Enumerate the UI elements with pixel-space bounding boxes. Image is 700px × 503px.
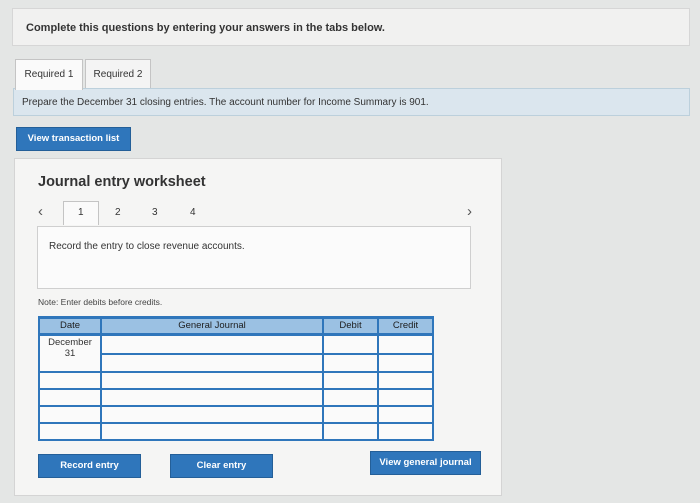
credit-column-header: Credit (377, 316, 434, 336)
date-input[interactable] (38, 388, 102, 407)
table-row (38, 388, 434, 407)
worksheet-title: Journal entry worksheet (38, 174, 206, 190)
question-prompt-bar: Prepare the December 31 closing entries.… (13, 88, 690, 116)
debit-column-header: Debit (322, 316, 379, 336)
table-row (38, 405, 434, 424)
journal-entry-worksheet: Journal entry worksheet ‹ 1 2 3 4 › Reco… (14, 158, 502, 496)
chevron-left-icon[interactable]: ‹ (38, 203, 43, 220)
date-input[interactable] (38, 422, 102, 441)
page-3[interactable]: 3 (152, 207, 158, 218)
date-cell: December 31 (38, 334, 102, 373)
journal-table: Date General Journal Debit Credit Decemb… (38, 316, 434, 441)
instructions-banner: Complete this questions by entering your… (12, 8, 690, 46)
account-input[interactable] (100, 422, 324, 441)
date-input[interactable] (38, 371, 102, 390)
debit-input[interactable] (322, 371, 379, 390)
date-column-header: Date (38, 316, 102, 336)
account-input[interactable] (100, 352, 324, 373)
credit-input[interactable] (377, 371, 434, 390)
date-month: December (48, 337, 92, 348)
worksheet-pager: ‹ 1 2 3 4 › (35, 201, 495, 225)
date-input[interactable] (38, 405, 102, 424)
debit-credit-note: Note: Enter debits before credits. (38, 297, 163, 307)
debit-input[interactable] (322, 334, 379, 355)
credit-input[interactable] (377, 422, 434, 441)
record-entry-button[interactable]: Record entry (38, 454, 141, 478)
credit-input[interactable] (377, 334, 434, 355)
debit-input[interactable] (322, 422, 379, 441)
page-1[interactable]: 1 (78, 207, 84, 218)
page-4[interactable]: 4 (190, 207, 196, 218)
tab-required-1[interactable]: Required 1 (15, 59, 83, 90)
credit-input[interactable] (377, 405, 434, 424)
clear-entry-button[interactable]: Clear entry (170, 454, 273, 478)
debit-input[interactable] (322, 352, 379, 373)
account-input[interactable] (100, 371, 324, 390)
view-general-journal-button[interactable]: View general journal (370, 451, 481, 475)
table-row (38, 422, 434, 441)
entry-prompt-box: Record the entry to close revenue accoun… (37, 226, 471, 289)
debit-input[interactable] (322, 405, 379, 424)
table-row: December 31 (38, 334, 434, 373)
instructions-text: Complete this questions by entering your… (26, 22, 385, 34)
tab-required-2[interactable]: Required 2 (85, 59, 151, 89)
question-prompt-text: Prepare the December 31 closing entries.… (22, 97, 429, 108)
view-transaction-list-button[interactable]: View transaction list (16, 127, 131, 151)
account-input[interactable] (100, 388, 324, 407)
credit-input[interactable] (377, 388, 434, 407)
account-input[interactable] (100, 334, 324, 355)
table-row (38, 371, 434, 390)
date-day: 31 (64, 348, 76, 359)
journal-header-row: Date General Journal Debit Credit (38, 316, 434, 336)
page-2[interactable]: 2 (115, 207, 121, 218)
credit-input[interactable] (377, 352, 434, 373)
general-journal-column-header: General Journal (100, 316, 324, 336)
entry-prompt-text: Record the entry to close revenue accoun… (49, 241, 245, 252)
account-input[interactable] (100, 405, 324, 424)
chevron-right-icon[interactable]: › (467, 203, 472, 220)
debit-input[interactable] (322, 388, 379, 407)
